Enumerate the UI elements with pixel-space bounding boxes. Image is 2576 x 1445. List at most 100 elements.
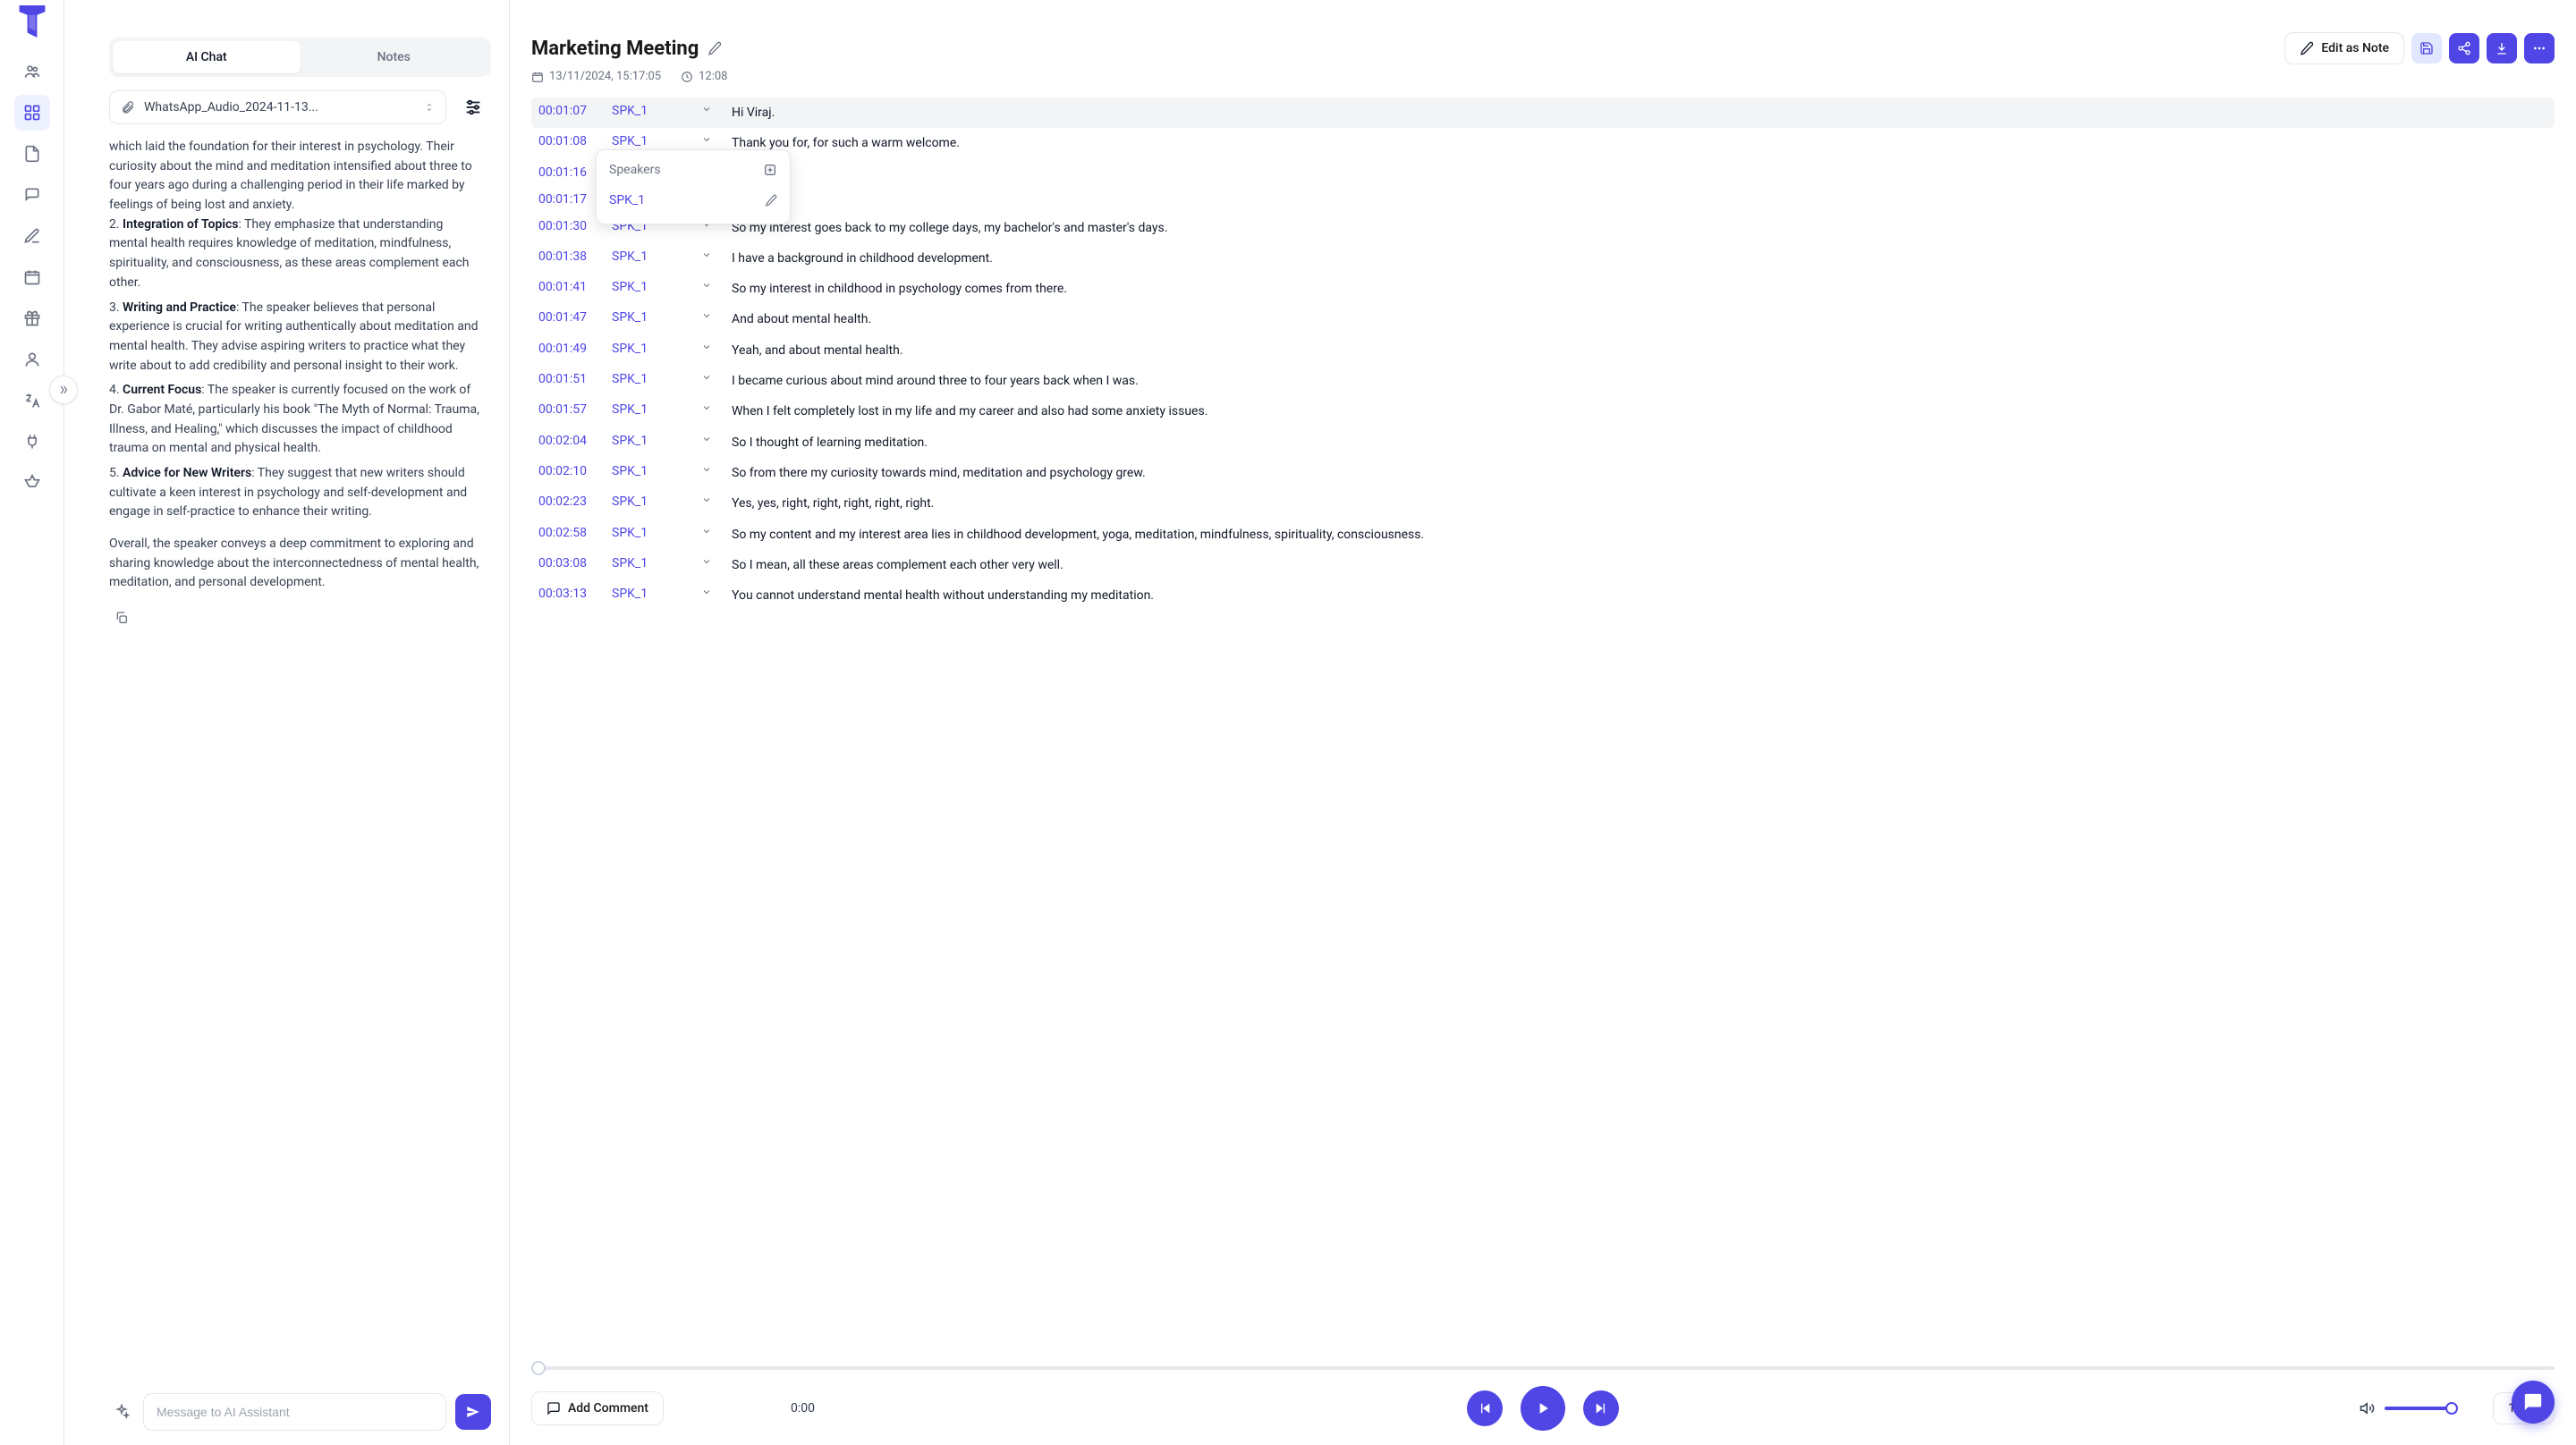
nav-dashboard-icon[interactable] — [14, 95, 50, 131]
chevron-down-icon[interactable] — [701, 434, 723, 444]
transcript-time[interactable]: 00:02:23 — [538, 494, 603, 509]
transcript-time[interactable]: 00:03:08 — [538, 556, 603, 570]
transcript-row[interactable]: 00:01:16 — [531, 159, 2555, 186]
transcript-time[interactable]: 00:01:30 — [538, 219, 603, 233]
volume-slider[interactable] — [2385, 1407, 2456, 1410]
transcript-time[interactable]: 00:01:17 — [538, 192, 603, 207]
chevron-down-icon[interactable] — [701, 310, 723, 321]
nav-chat-icon[interactable] — [14, 177, 50, 213]
prev-button[interactable] — [1467, 1390, 1503, 1426]
transcript-time[interactable]: 00:01:16 — [538, 165, 603, 180]
chevron-down-icon[interactable] — [701, 464, 723, 475]
volume-handle[interactable] — [2445, 1402, 2458, 1415]
transcript-time[interactable]: 00:01:07 — [538, 104, 603, 118]
transcript-row[interactable]: 00:02:10 SPK_1 So from there my curiosit… — [531, 458, 2555, 488]
tab-notes[interactable]: Notes — [301, 41, 488, 73]
transcript-row[interactable]: 00:01:41 SPK_1 So my interest in childho… — [531, 274, 2555, 304]
transcript-time[interactable]: 00:02:04 — [538, 434, 603, 448]
chevron-down-icon[interactable] — [701, 280, 723, 291]
chevron-down-icon[interactable] — [701, 587, 723, 597]
chevron-down-icon[interactable] — [701, 556, 723, 567]
sidebar-expand-button[interactable] — [49, 376, 78, 404]
transcript-speaker[interactable]: SPK_1 — [612, 464, 692, 478]
add-comment-button[interactable]: Add Comment — [531, 1391, 664, 1425]
send-button[interactable] — [455, 1394, 491, 1430]
transcript-row[interactable]: 00:02:58 SPK_1 So my content and my inte… — [531, 520, 2555, 550]
transcript-time[interactable]: 00:01:57 — [538, 402, 603, 417]
transcript-speaker[interactable]: SPK_1 — [612, 310, 692, 325]
transcript-speaker[interactable]: SPK_1 — [612, 494, 692, 509]
transcript-row[interactable]: 00:01:30 SPK_1 So my interest goes back … — [531, 213, 2555, 243]
transcript-row[interactable]: 00:03:13 SPK_1 You cannot understand men… — [531, 580, 2555, 611]
nav-premium-icon[interactable] — [14, 465, 50, 501]
chevron-down-icon[interactable] — [701, 134, 723, 145]
transcript-time[interactable]: 00:01:08 — [538, 134, 603, 148]
chevron-down-icon[interactable] — [701, 372, 723, 383]
transcript-row[interactable]: 00:01:07 SPK_1 Hi Viraj. — [531, 97, 2555, 128]
chevron-down-icon[interactable] — [701, 402, 723, 413]
transcript-row[interactable]: 00:01:49 SPK_1 Yeah, and about mental he… — [531, 335, 2555, 366]
transcript-speaker[interactable]: SPK_1 — [612, 249, 692, 264]
transcript-row[interactable]: 00:01:57 SPK_1 When I felt completely lo… — [531, 396, 2555, 427]
filter-button[interactable] — [455, 89, 491, 125]
chevron-down-icon[interactable] — [701, 526, 723, 537]
volume-icon[interactable] — [2360, 1400, 2376, 1416]
transcript-speaker[interactable]: SPK_1 — [612, 556, 692, 570]
transcript-row[interactable]: 00:01:17 — [531, 186, 2555, 213]
seek-bar[interactable] — [531, 1366, 2555, 1370]
next-button[interactable] — [1583, 1390, 1619, 1426]
more-button[interactable] — [2524, 33, 2555, 63]
transcript-speaker[interactable]: SPK_1 — [612, 134, 692, 148]
transcript-row[interactable]: 00:02:23 SPK_1 Yes, yes, right, right, r… — [531, 488, 2555, 519]
edit-title-icon[interactable] — [708, 41, 722, 55]
transcript-time[interactable]: 00:02:58 — [538, 526, 603, 540]
chevron-down-icon[interactable] — [701, 104, 723, 114]
transcript-row[interactable]: 00:03:08 SPK_1 So I mean, all these area… — [531, 550, 2555, 580]
file-selector[interactable]: WhatsApp_Audio_2024-11-13... — [109, 90, 446, 124]
play-button[interactable] — [1521, 1386, 1565, 1431]
tab-ai-chat[interactable]: AI Chat — [113, 41, 301, 73]
chevron-down-icon[interactable] — [701, 494, 723, 505]
edit-speaker-icon[interactable] — [765, 194, 777, 207]
nav-user-icon[interactable] — [14, 342, 50, 377]
nav-plugin-icon[interactable] — [14, 424, 50, 460]
share-button[interactable] — [2449, 33, 2479, 63]
nav-translate-icon[interactable] — [14, 383, 50, 418]
add-speaker-icon[interactable] — [763, 163, 777, 177]
download-button[interactable] — [2487, 33, 2517, 63]
app-logo[interactable] — [14, 4, 50, 39]
transcript-time[interactable]: 00:03:13 — [538, 587, 603, 601]
transcript-row[interactable]: 00:01:38 SPK_1 I have a background in ch… — [531, 243, 2555, 274]
transcript-speaker[interactable]: SPK_1 — [612, 372, 692, 386]
transcript-speaker[interactable]: SPK_1 — [612, 280, 692, 294]
transcript-speaker[interactable]: SPK_1 — [612, 526, 692, 540]
transcript-time[interactable]: 00:01:41 — [538, 280, 603, 294]
nav-gift-icon[interactable] — [14, 300, 50, 336]
chevron-down-icon[interactable] — [701, 342, 723, 352]
transcript-speaker[interactable]: SPK_1 — [612, 104, 692, 118]
chat-fab[interactable] — [2512, 1381, 2555, 1424]
transcript-row[interactable]: 00:01:47 SPK_1 And about mental health. — [531, 304, 2555, 334]
transcript-speaker[interactable]: SPK_1 — [612, 342, 692, 356]
chevron-down-icon[interactable] — [701, 249, 723, 260]
transcript-speaker[interactable]: SPK_1 — [612, 587, 692, 601]
nav-edit-icon[interactable] — [14, 218, 50, 254]
copy-response-button[interactable] — [109, 605, 134, 630]
transcript-row[interactable]: 00:01:51 SPK_1 I became curious about mi… — [531, 366, 2555, 396]
transcript-time[interactable]: 00:02:10 — [538, 464, 603, 478]
speaker-option[interactable]: SPK_1 — [597, 186, 790, 215]
transcript-speaker[interactable]: SPK_1 — [612, 402, 692, 417]
seek-handle[interactable] — [531, 1361, 546, 1375]
edit-as-note-button[interactable]: Edit as Note — [2284, 32, 2404, 64]
transcript-time[interactable]: 00:01:51 — [538, 372, 603, 386]
transcript-time[interactable]: 00:01:49 — [538, 342, 603, 356]
transcript-row[interactable]: 00:02:04 SPK_1 So I thought of learning … — [531, 427, 2555, 458]
transcript-row[interactable]: 00:01:08 SPK_1 Thank you for, for such a… — [531, 128, 2555, 158]
nav-calendar-icon[interactable] — [14, 259, 50, 295]
transcript-time[interactable]: 00:01:38 — [538, 249, 603, 264]
nav-people-icon[interactable] — [14, 54, 50, 89]
nav-document-icon[interactable] — [14, 136, 50, 172]
transcript-speaker[interactable]: SPK_1 — [612, 434, 692, 448]
chat-input[interactable] — [143, 1393, 446, 1431]
transcript-time[interactable]: 00:01:47 — [538, 310, 603, 325]
